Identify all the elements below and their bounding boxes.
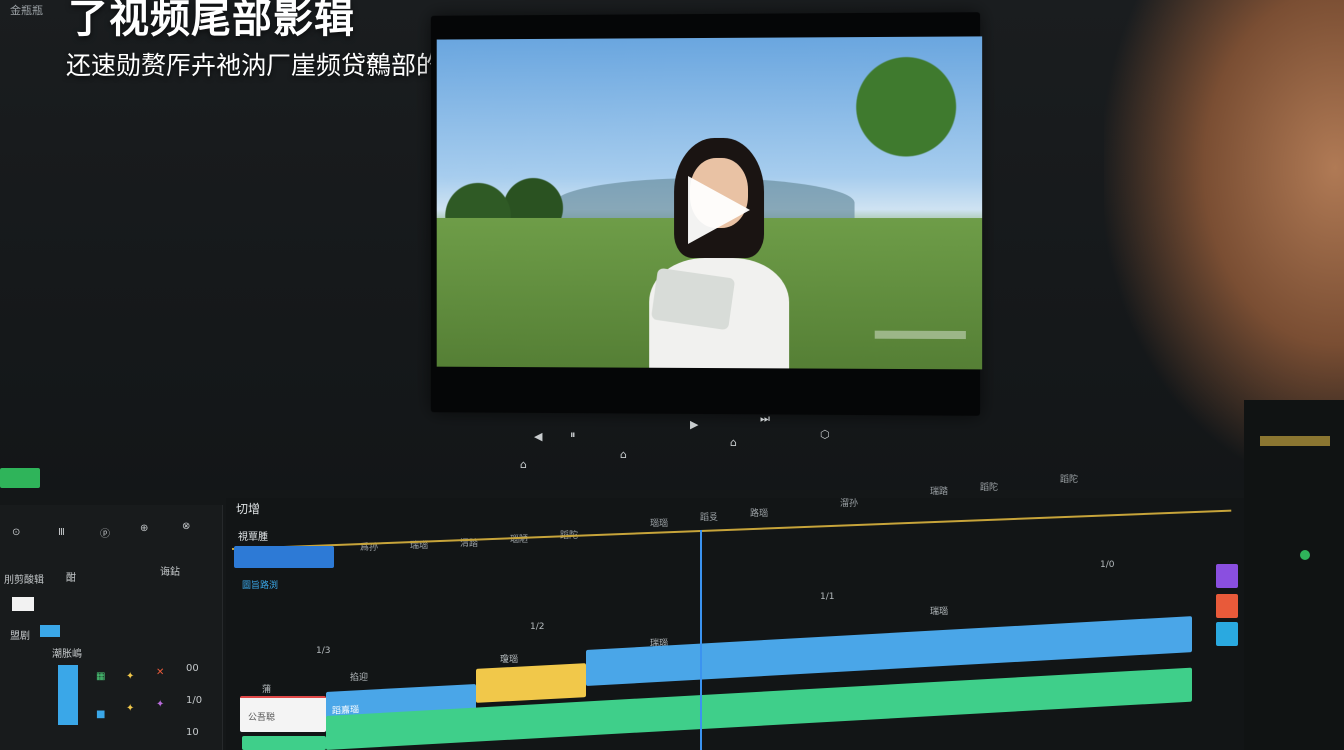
status-badge[interactable] bbox=[0, 468, 40, 488]
left-panel: ⊙ Ⅲ ⓟ ⊕ ⊗ 刖剪酸辑 酣 诲鉆 盟剧 潮胀嶋 00 1/0 10 ▦ ✦… bbox=[0, 505, 223, 750]
ruler-label: 蹈陀 bbox=[980, 483, 999, 493]
yellow-icon[interactable]: ✦ bbox=[126, 671, 134, 682]
blue-icon[interactable]: ■ bbox=[96, 709, 105, 720]
ruler-label: 溜孙 bbox=[840, 499, 859, 509]
headline: 了视频尾部影辑 bbox=[68, 0, 355, 42]
tool-icon-2[interactable]: Ⅲ bbox=[58, 527, 65, 538]
panel-row-value: 酣 bbox=[66, 573, 76, 584]
preview-controls: ◀ ⏸ ▶ ⏭ ⌂ ⌂ ⌂ ⬡ bbox=[0, 400, 1344, 490]
red-header-label: 蒲 bbox=[262, 685, 272, 695]
track-name: 圖旨路渕 bbox=[242, 581, 279, 591]
cyan-chip[interactable] bbox=[1216, 622, 1238, 646]
panel-number-1: 00 bbox=[186, 663, 199, 674]
video-preview[interactable] bbox=[436, 36, 983, 370]
subhead: 还速勋赘厏卉祂汭厂崖频贷鷯部的重要 bbox=[66, 51, 492, 80]
panel-row3-label: 盟剧 bbox=[10, 631, 30, 642]
playhead[interactable] bbox=[700, 530, 702, 750]
timeline-ruler[interactable]: 爲孙 瑞瑙 渭踏 瑙陋 蹈陀 瑙瑙 蹈㕛 路瑙 溜孙 瑞踏 蹈陀 蹈陀 bbox=[330, 475, 1230, 553]
tool-icon-3[interactable]: ⓟ bbox=[100, 525, 110, 540]
marker-label: 1/3 bbox=[316, 646, 331, 656]
clip-label-a: 掐迎 bbox=[350, 673, 369, 683]
panel-number-3: 10 bbox=[186, 727, 199, 738]
home-icon-3[interactable]: ⌂ bbox=[730, 436, 737, 449]
panel-row4-label: 潮胀嶋 bbox=[52, 649, 82, 660]
blue-chip[interactable] bbox=[40, 625, 60, 637]
person-figure bbox=[595, 137, 795, 369]
orange-chip[interactable] bbox=[1216, 594, 1238, 618]
ruler-label: 路瑙 bbox=[750, 509, 769, 519]
tool-icon-4[interactable]: ⊕ bbox=[140, 523, 148, 534]
video-stamp bbox=[874, 330, 966, 340]
play-icon[interactable] bbox=[688, 175, 751, 245]
yellow-icon-2[interactable]: ✦ bbox=[126, 703, 134, 714]
clip-label-b: 瓊瑙 bbox=[500, 655, 519, 665]
tablet-device bbox=[650, 267, 736, 331]
panel-row-label: 刖剪酸辑 bbox=[4, 575, 44, 586]
window-label: 金瓶瓶 bbox=[10, 4, 43, 17]
right-panel bbox=[1216, 400, 1344, 750]
home-icon-2[interactable]: ⌂ bbox=[620, 448, 627, 461]
ruler-label: 蹈㕛 bbox=[700, 513, 719, 523]
panel-row2-label: 诲鉆 bbox=[160, 567, 180, 578]
green-clip-start[interactable] bbox=[242, 736, 326, 750]
purple-icon[interactable]: ✦ bbox=[156, 699, 164, 710]
right-panel-strip bbox=[1260, 436, 1330, 446]
blue-bar bbox=[58, 665, 78, 725]
tool-icon-1[interactable]: ⊙ bbox=[12, 527, 20, 538]
home-icon[interactable]: ⌂ bbox=[520, 458, 527, 471]
ruler-label: 瑞踏 bbox=[930, 487, 949, 497]
white-clip[interactable]: 公吾聪 bbox=[240, 696, 326, 732]
ruler-label: 瑙瑙 bbox=[650, 519, 669, 529]
tree-right bbox=[840, 46, 972, 219]
play-button[interactable]: ▶ bbox=[690, 418, 698, 431]
purple-chip[interactable] bbox=[1216, 564, 1238, 588]
editor-screenshot: 金瓶瓶 了视频尾部影辑 还速勋赘厏卉祂汭厂崖频贷鷯部的重要 ◀ ⏸ ▶ ⏭ ⌂ … bbox=[0, 0, 1344, 750]
marker-label: 1/0 bbox=[1100, 560, 1115, 570]
pause-icon[interactable]: ⏸ bbox=[570, 428, 576, 442]
marker-label: 1/1 bbox=[820, 592, 835, 602]
tool-icon-5[interactable]: ⊗ bbox=[182, 521, 190, 532]
status-dot bbox=[1300, 550, 1310, 560]
panel-number-2: 1/0 bbox=[186, 695, 203, 706]
clip-label-d: 瑞瑙 bbox=[930, 607, 949, 617]
timeline-title: 切增 bbox=[236, 502, 261, 516]
timeline-subtitle: 視覃腫 bbox=[238, 532, 268, 543]
color-swatch[interactable] bbox=[12, 597, 34, 611]
white-clip-label: 公吾聪 bbox=[248, 713, 276, 723]
prev-frame-icon[interactable]: ◀ bbox=[534, 430, 542, 443]
red-icon[interactable]: ✕ bbox=[156, 667, 164, 678]
marker-label: 1/2 bbox=[530, 622, 545, 632]
in-out-tab[interactable] bbox=[234, 546, 334, 568]
green-icon[interactable]: ▦ bbox=[96, 671, 105, 682]
preview-monitor bbox=[430, 12, 983, 416]
yellow-clip[interactable] bbox=[476, 663, 586, 703]
hex-icon[interactable]: ⬡ bbox=[820, 428, 830, 441]
ruler-label: 蹈陀 bbox=[1060, 475, 1079, 485]
next-clip-icon[interactable]: ⏭ bbox=[760, 412, 770, 426]
